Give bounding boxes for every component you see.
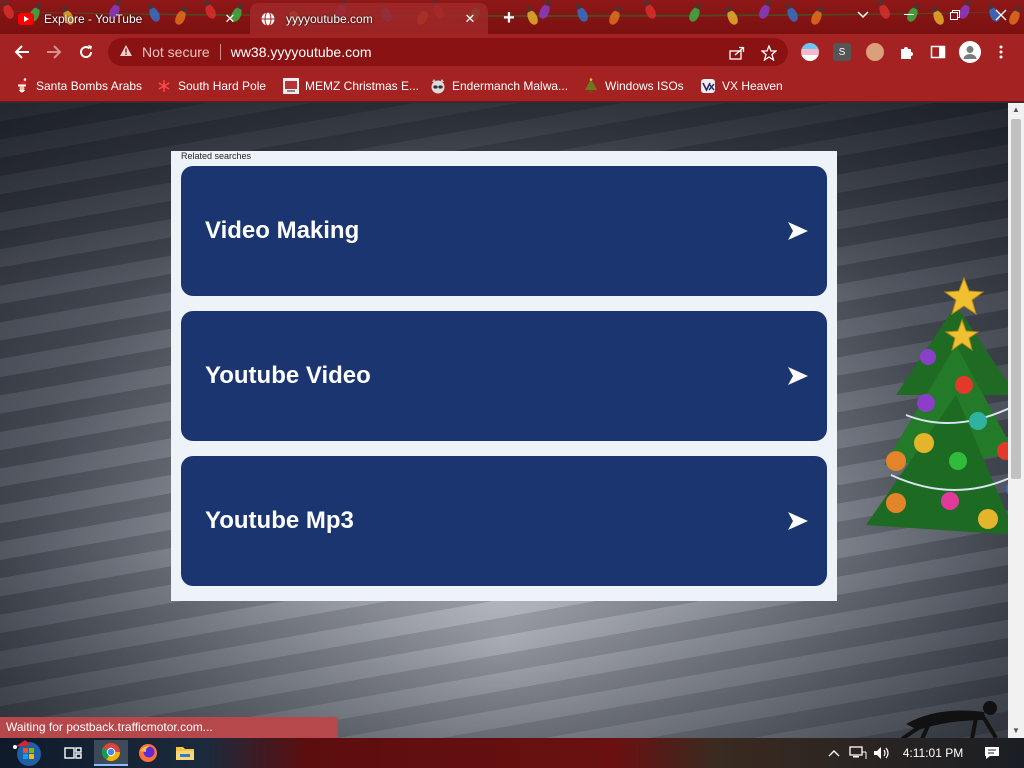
page-viewport: Related searches Video Making Youtube Vi… <box>0 103 1008 738</box>
memz-icon <box>283 78 299 94</box>
arrow-right-icon <box>788 512 808 530</box>
puzzle-icon[interactable] <box>897 43 915 61</box>
related-searches-label: Related searches <box>181 151 252 161</box>
reload-button[interactable] <box>70 34 102 70</box>
scroll-down-icon[interactable]: ▼ <box>1008 724 1024 738</box>
taskbar-file-explorer[interactable] <box>168 740 202 766</box>
tab-explore-youtube[interactable]: Explore - YouTube ✕ <box>8 3 248 34</box>
firefox-icon <box>139 744 157 762</box>
s-extension-icon[interactable]: S <box>833 43 851 61</box>
close-icon <box>995 9 1007 21</box>
bookmark-memz-christmas[interactable]: MEMZ Christmas E... <box>283 76 419 96</box>
snowflake-icon <box>156 78 172 94</box>
tab-title: yyyyoutube.com <box>286 11 373 26</box>
reload-icon <box>80 45 93 59</box>
start-button[interactable] <box>8 740 48 766</box>
taskbar: 4:11:01 PM <box>0 738 1024 768</box>
search-card-label: Video Making <box>205 217 360 244</box>
star-icon[interactable] <box>760 44 778 62</box>
side-panel-icon[interactable] <box>929 43 947 61</box>
search-card-youtube-video[interactable]: Youtube Video <box>181 311 827 441</box>
search-card-video-making[interactable]: Video Making <box>181 166 827 296</box>
taskbar-firefox[interactable] <box>131 740 165 766</box>
share-icon[interactable] <box>728 44 746 62</box>
file-explorer-icon <box>176 747 194 760</box>
bookmark-santa-bombs-arabs[interactable]: Santa Bombs Arabs <box>14 76 142 96</box>
status-bubble: Waiting for postback.trafficmotor.com... <box>0 717 338 738</box>
volume-icon[interactable] <box>872 738 892 768</box>
taskbar-clock[interactable]: 4:11:01 PM <box>898 738 968 768</box>
close-window-button[interactable] <box>978 0 1024 30</box>
tab-strip: Explore - YouTube ✕ yyyyoutube.com ✕ + <box>0 0 1024 34</box>
forward-button[interactable] <box>38 34 70 70</box>
bookmark-south-hard-pole[interactable]: South Hard Pole <box>156 76 266 96</box>
page-scrollbar[interactable]: ▲ ▼ <box>1008 103 1024 738</box>
address-bar[interactable]: Not secure ww38.yyyyoutube.com <box>108 38 788 66</box>
minimize-button[interactable] <box>886 0 932 30</box>
start-orb-icon <box>13 740 41 766</box>
back-arrow-icon <box>14 45 29 59</box>
face-extension-icon[interactable] <box>866 43 884 61</box>
trans-flag-extension-icon[interactable] <box>801 43 819 61</box>
profile-avatar-icon[interactable] <box>959 41 981 63</box>
search-card-label: Youtube Mp3 <box>205 507 354 534</box>
bookmark-vx-heaven[interactable]: VX Heaven <box>700 76 783 96</box>
santa-icon <box>14 78 30 94</box>
bookmark-label: Santa Bombs Arabs <box>36 79 143 93</box>
youtube-icon <box>18 11 34 27</box>
scroll-up-icon[interactable]: ▲ <box>1008 103 1024 117</box>
search-card-youtube-mp3[interactable]: Youtube Mp3 <box>181 456 827 586</box>
chrome-icon <box>102 743 120 762</box>
restore-button[interactable] <box>932 0 978 30</box>
task-view-button[interactable] <box>56 740 90 766</box>
globe-icon <box>260 11 276 27</box>
warning-icon[interactable] <box>118 44 134 60</box>
tree-icon <box>583 78 599 94</box>
back-button[interactable] <box>6 34 38 70</box>
more-menu-icon[interactable] <box>994 43 1008 61</box>
arrow-right-icon <box>788 367 808 385</box>
related-searches-panel: Related searches Video Making Youtube Vi… <box>171 151 837 601</box>
bookmark-label: South Hard Pole <box>178 79 267 93</box>
crawling-figure-image <box>900 701 998 738</box>
minimize-icon <box>904 14 914 15</box>
notifications-icon[interactable] <box>980 738 1004 768</box>
forward-arrow-icon <box>47 45 62 59</box>
tab-close-icon[interactable]: ✕ <box>222 11 238 27</box>
tab-close-icon[interactable]: ✕ <box>462 11 478 27</box>
vx-icon <box>700 78 716 94</box>
scrollbar-thumb[interactable] <box>1011 119 1021 479</box>
new-tab-button[interactable]: + <box>498 7 520 29</box>
taskbar-chrome[interactable] <box>94 740 128 766</box>
bookmarks-bar: Santa Bombs Arabs South Hard Pole MEMZ C… <box>0 70 1024 102</box>
raccoon-icon <box>430 78 446 94</box>
tab-yyyyoutube[interactable]: yyyyoutube.com ✕ <box>250 3 488 34</box>
task-view-icon <box>64 747 82 759</box>
url-text[interactable]: ww38.yyyyoutube.com <box>231 44 372 60</box>
bookmark-endermanch-malware[interactable]: Endermanch Malwa... <box>430 76 568 96</box>
search-card-label: Youtube Video <box>205 362 371 389</box>
bookmark-label: MEMZ Christmas E... <box>305 79 420 93</box>
chevron-down-icon <box>857 11 869 19</box>
network-icon[interactable] <box>848 738 868 768</box>
bookmark-label: Windows ISOs <box>605 79 684 93</box>
bookmark-label: Endermanch Malwa... <box>452 79 569 93</box>
omnibox-divider <box>219 44 221 60</box>
arrow-right-icon <box>788 222 808 240</box>
bookmark-windows-isos[interactable]: Windows ISOs <box>583 76 684 96</box>
tab-title: Explore - YouTube <box>44 11 143 26</box>
tray-overflow-icon[interactable] <box>826 738 842 768</box>
restore-icon <box>950 10 960 20</box>
tab-search-button[interactable] <box>840 0 886 30</box>
christmas-tree-image <box>866 276 1008 535</box>
security-label[interactable]: Not secure <box>142 44 210 60</box>
browser-toolbar: Not secure ww38.yyyyoutube.com S <box>0 34 1024 70</box>
bookmark-label: VX Heaven <box>722 79 783 93</box>
